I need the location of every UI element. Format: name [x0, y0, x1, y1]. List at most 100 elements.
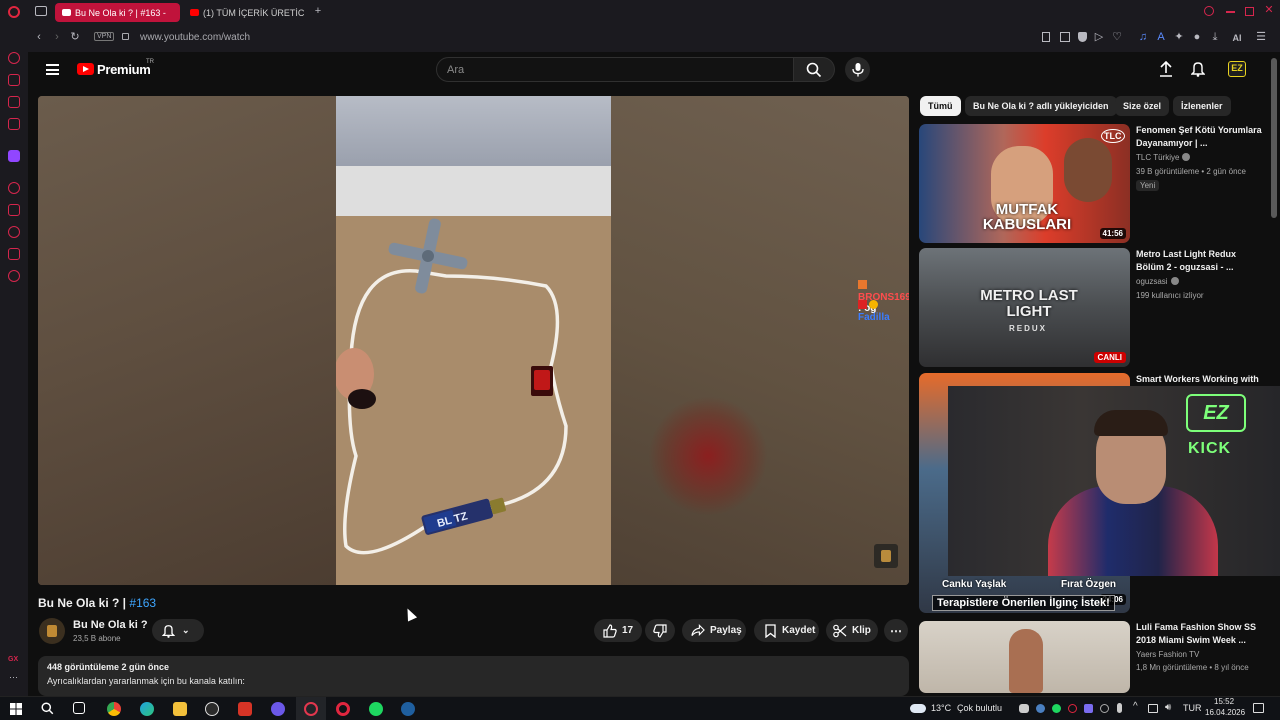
- recommendation-thumbnail[interactable]: TLC MUTFAK KABUSLARI 41:56: [919, 124, 1130, 243]
- recommendation-title[interactable]: Metro Last Light Redux Bölüm 2 - oguzsas…: [1136, 248, 1266, 274]
- description-box[interactable]: 448 görüntüleme 2 gün önce Ayrıcalıklard…: [38, 656, 909, 696]
- maximize-icon[interactable]: [1245, 7, 1254, 16]
- tray-steam-icon[interactable]: [1036, 704, 1045, 713]
- heart-icon[interactable]: ♡: [1112, 31, 1122, 43]
- spotify-icon[interactable]: [369, 702, 383, 716]
- youtube-logo-icon[interactable]: [77, 63, 94, 75]
- tab-overview-icon[interactable]: [35, 6, 47, 16]
- weather-cloud-icon[interactable]: [910, 704, 926, 713]
- tray-mic-icon[interactable]: [1117, 703, 1122, 713]
- chip-all[interactable]: Tümü: [920, 96, 961, 116]
- obs-icon[interactable]: [205, 702, 219, 716]
- reload-icon[interactable]: ↻: [70, 31, 80, 43]
- recommendation-thumbnail[interactable]: [919, 621, 1130, 693]
- input-language[interactable]: TUR: [1183, 703, 1202, 713]
- lock-icon[interactable]: [122, 33, 129, 40]
- extensions-icon[interactable]: ✦: [1174, 31, 1184, 43]
- file-explorer-icon[interactable]: [173, 702, 187, 716]
- download-icon[interactable]: ⤓: [1210, 31, 1220, 43]
- url-field[interactable]: www.youtube.com/watch: [140, 32, 250, 43]
- steam-icon[interactable]: [401, 702, 415, 716]
- aria-icon[interactable]: [8, 52, 20, 64]
- page-scrollbar[interactable]: [1270, 52, 1278, 692]
- recommendation-channel[interactable]: oguzsasi: [1136, 277, 1179, 286]
- music-icon[interactable]: ♫: [1138, 31, 1148, 43]
- discord-like-icon[interactable]: [271, 702, 285, 716]
- account-avatar[interactable]: EZ: [1228, 61, 1246, 77]
- chip-watched[interactable]: İzlenenler: [1173, 96, 1231, 116]
- back-icon[interactable]: ‹: [34, 31, 44, 43]
- tray-volume-icon[interactable]: 🔊︎: [1165, 702, 1171, 713]
- recommendation-title[interactable]: Smart Workers Working with: [1136, 373, 1266, 386]
- bookmark-page-icon[interactable]: [1042, 32, 1050, 42]
- tray-opera-icon[interactable]: [1068, 704, 1077, 713]
- hashtag-link[interactable]: #163: [129, 596, 156, 610]
- search-icon[interactable]: [41, 702, 54, 715]
- tray-app-icon[interactable]: [1084, 704, 1093, 713]
- new-tab-button[interactable]: +: [312, 5, 324, 17]
- clip-button[interactable]: Klip: [826, 619, 878, 642]
- upload-icon[interactable]: [1159, 61, 1173, 77]
- ai-button[interactable]: AI: [1228, 32, 1246, 44]
- instagram-icon[interactable]: [8, 118, 20, 130]
- search-button[interactable]: [794, 57, 835, 82]
- tray-discord-icon[interactable]: [1019, 704, 1029, 713]
- player-icon[interactable]: [8, 182, 20, 194]
- messenger-icon[interactable]: [8, 96, 20, 108]
- recommendation-channel[interactable]: Yaers Fashion TV: [1136, 650, 1199, 659]
- twitch-icon[interactable]: [8, 150, 20, 162]
- save-button[interactable]: Kaydet: [754, 619, 819, 642]
- crypto-wallet-icon[interactable]: [8, 74, 20, 86]
- weather-temperature[interactable]: 13°C: [931, 703, 951, 713]
- vpn-badge[interactable]: VPN: [94, 32, 115, 41]
- snapshot-icon[interactable]: [1060, 32, 1070, 42]
- share-button[interactable]: Paylaş: [682, 619, 746, 642]
- editor-app-icon[interactable]: [238, 702, 252, 716]
- close-icon[interactable]: ✕: [1263, 4, 1275, 16]
- video-player[interactable]: BL TZ BRONS169 : oğ Fadilla: [38, 96, 909, 585]
- shield-icon[interactable]: [1078, 32, 1087, 42]
- youtube-logo-text[interactable]: Premium: [97, 62, 151, 77]
- weather-condition[interactable]: Çok bulutlu: [957, 703, 1002, 713]
- tray-vpn-icon[interactable]: [1100, 704, 1109, 713]
- downloads-icon[interactable]: [8, 248, 20, 260]
- more-actions-button[interactable]: ⋯: [884, 619, 908, 642]
- forward-icon[interactable]: ›: [52, 31, 62, 43]
- tray-chevron-icon[interactable]: ^: [1133, 701, 1138, 712]
- recommendation-channel[interactable]: TLC Türkiye: [1136, 153, 1191, 162]
- opera-logo-icon[interactable]: [8, 6, 20, 18]
- chip-for-you[interactable]: Size özel: [1115, 96, 1170, 116]
- history-icon[interactable]: [8, 226, 20, 238]
- translate-icon[interactable]: A: [1156, 31, 1166, 43]
- clock-time[interactable]: 15:52: [1214, 697, 1234, 706]
- channel-name[interactable]: Bu Ne Ola ki ?: [73, 619, 148, 631]
- search-input[interactable]: [447, 64, 777, 76]
- channel-avatar[interactable]: [39, 618, 65, 644]
- notifications-bell-icon[interactable]: [1191, 61, 1205, 77]
- recommendation-title[interactable]: Fenomen Şef Kötü Yorumlara Dayanamıyor |…: [1136, 124, 1266, 150]
- play-icon[interactable]: ▷: [1094, 31, 1104, 43]
- menu-icon[interactable]: [46, 64, 59, 75]
- tab-second[interactable]: (1) TÜM İÇERİK ÜRETİCİLE: [183, 3, 305, 22]
- tray-network-icon[interactable]: [1148, 704, 1158, 713]
- like-button[interactable]: 17: [594, 619, 642, 642]
- bookmarks-icon[interactable]: [8, 204, 20, 216]
- tab-current-video[interactable]: Bu Ne Ola ki ? | #163 -: [55, 3, 180, 22]
- opera-icon[interactable]: [336, 702, 350, 716]
- settings-icon[interactable]: [8, 270, 20, 282]
- task-view-icon[interactable]: [73, 702, 85, 714]
- scrollbar-thumb[interactable]: [1271, 58, 1277, 218]
- sidebar-more-icon[interactable]: ⋯: [9, 672, 18, 683]
- windows-start-icon[interactable]: [10, 703, 22, 715]
- clock-date[interactable]: 16.04.2026: [1205, 708, 1245, 717]
- notification-center-icon[interactable]: [1253, 703, 1264, 713]
- easy-setup-icon[interactable]: ☰: [1256, 31, 1266, 43]
- voice-search-button[interactable]: [845, 57, 870, 82]
- chip-from-uploader[interactable]: Bu Ne Ola ki ? adlı yükleyiciden: [965, 96, 1117, 116]
- user-icon[interactable]: ●: [1192, 31, 1202, 43]
- search-tabs-icon[interactable]: [1204, 6, 1214, 16]
- chrome-icon[interactable]: [107, 702, 121, 716]
- tray-spotify-icon[interactable]: [1052, 704, 1061, 713]
- gx-icon[interactable]: GX: [8, 656, 18, 663]
- dislike-button[interactable]: [645, 619, 675, 642]
